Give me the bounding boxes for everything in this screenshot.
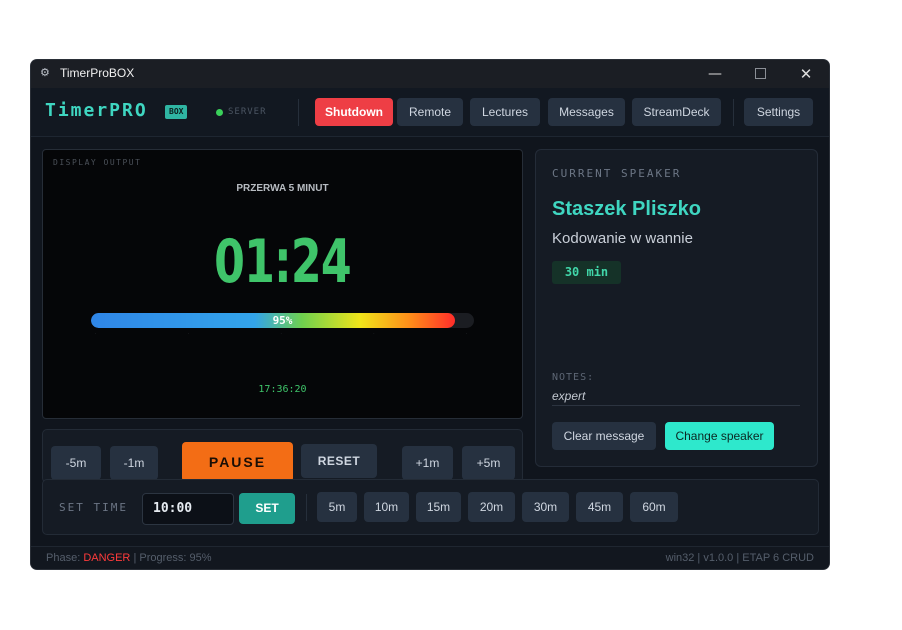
set-row-divider	[306, 494, 307, 521]
notes-label: NOTES:	[552, 372, 595, 383]
status-bar: Phase: DANGER | Progress: 95% win32 | v1…	[31, 546, 829, 569]
set-time-panel: SET TIME 10:00 SET 5m 10m 15m 20m 30m 45…	[42, 479, 819, 535]
change-speaker-button[interactable]: Change speaker	[665, 422, 774, 450]
title-bar: ⚙ TimerProBOX — ✕	[31, 60, 829, 88]
shutdown-button[interactable]: Shutdown	[315, 98, 393, 126]
progress-bar: 95%	[91, 313, 474, 328]
app-header: TimerPRO BOX SERVER Shutdown Remote Lect…	[31, 88, 829, 137]
reset-button[interactable]: RESET	[301, 444, 377, 478]
nav-lectures-button[interactable]: Lectures	[470, 98, 540, 126]
nav-remote-button[interactable]: Remote	[397, 98, 463, 126]
current-speaker-label: CURRENT SPEAKER	[552, 167, 682, 180]
display-output-panel: DISPLAY OUTPUT PRZERWA 5 MINUT 01:24 95%…	[42, 149, 523, 419]
status-progress: | Progress: 95%	[133, 552, 212, 564]
window-title: TimerProBOX	[60, 66, 135, 80]
maximize-icon	[754, 68, 766, 79]
preset-20m-button[interactable]: 20m	[468, 492, 515, 522]
preset-15m-button[interactable]: 15m	[416, 492, 461, 522]
progress-tick: ·	[187, 331, 190, 336]
plus-5m-button[interactable]: +5m	[462, 446, 515, 480]
phase-label: Phase:	[46, 552, 81, 564]
nav-messages-button[interactable]: Messages	[548, 98, 625, 126]
message-text: PRZERWA 5 MINUT	[236, 183, 329, 194]
app-logo: TimerPRO	[45, 100, 148, 121]
server-status-label: SERVER	[228, 107, 267, 117]
minus-1m-button[interactable]: -1m	[110, 446, 158, 480]
countdown-timer: 01:24	[214, 227, 352, 297]
speaker-name: Staszek Pliszko	[552, 198, 701, 220]
timer-controls: -5m -1m PAUSE RESET +1m +5m	[42, 429, 523, 483]
phase-value: DANGER	[83, 552, 131, 564]
header-divider	[733, 99, 734, 126]
app-window: ⚙ TimerProBOX — ✕ TimerPRO BOX SERVER Sh…	[31, 60, 829, 569]
set-button[interactable]: SET	[239, 493, 295, 524]
close-button[interactable]: ✕	[783, 60, 829, 88]
set-time-label: SET TIME	[59, 501, 128, 514]
server-status-dot	[216, 109, 223, 116]
preset-45m-button[interactable]: 45m	[576, 492, 623, 522]
preset-30m-button[interactable]: 30m	[522, 492, 569, 522]
current-speaker-panel: CURRENT SPEAKER Staszek Pliszko Kodowani…	[535, 149, 818, 467]
time-input[interactable]: 10:00	[142, 493, 234, 525]
speaker-topic: Kodowanie w wannie	[552, 230, 693, 247]
nav-streamdeck-button[interactable]: StreamDeck	[632, 98, 721, 126]
progress-tick: ·	[373, 331, 375, 336]
progress-tick: ·	[280, 331, 282, 336]
preset-60m-button[interactable]: 60m	[630, 492, 678, 522]
progress-percent: 95%	[272, 314, 293, 327]
minimize-button[interactable]: —	[692, 60, 738, 88]
version-info: win32 | v1.0.0 | ETAP 6 CRUD	[665, 552, 814, 564]
progress-tick: ·	[466, 331, 468, 336]
header-divider	[298, 99, 299, 126]
preset-5m-button[interactable]: 5m	[317, 492, 357, 522]
app-icon: ⚙	[40, 66, 50, 79]
clear-message-button[interactable]: Clear message	[552, 422, 656, 450]
speaker-duration-badge: 30 min	[552, 261, 621, 284]
clock-time: 17:36:20	[258, 384, 307, 395]
maximize-button[interactable]	[737, 60, 783, 88]
notes-field[interactable]: expert	[552, 389, 800, 406]
display-output-label: DISPLAY OUTPUT	[53, 158, 142, 167]
pause-button[interactable]: PAUSE	[182, 442, 293, 482]
box-badge: BOX	[165, 105, 188, 119]
plus-1m-button[interactable]: +1m	[402, 446, 453, 480]
preset-10m-button[interactable]: 10m	[364, 492, 409, 522]
progress-tick: ·	[95, 331, 97, 336]
status-left: Phase: DANGER | Progress: 95%	[46, 547, 212, 569]
minus-5m-button[interactable]: -5m	[51, 446, 101, 480]
nav-settings-button[interactable]: Settings	[744, 98, 813, 126]
